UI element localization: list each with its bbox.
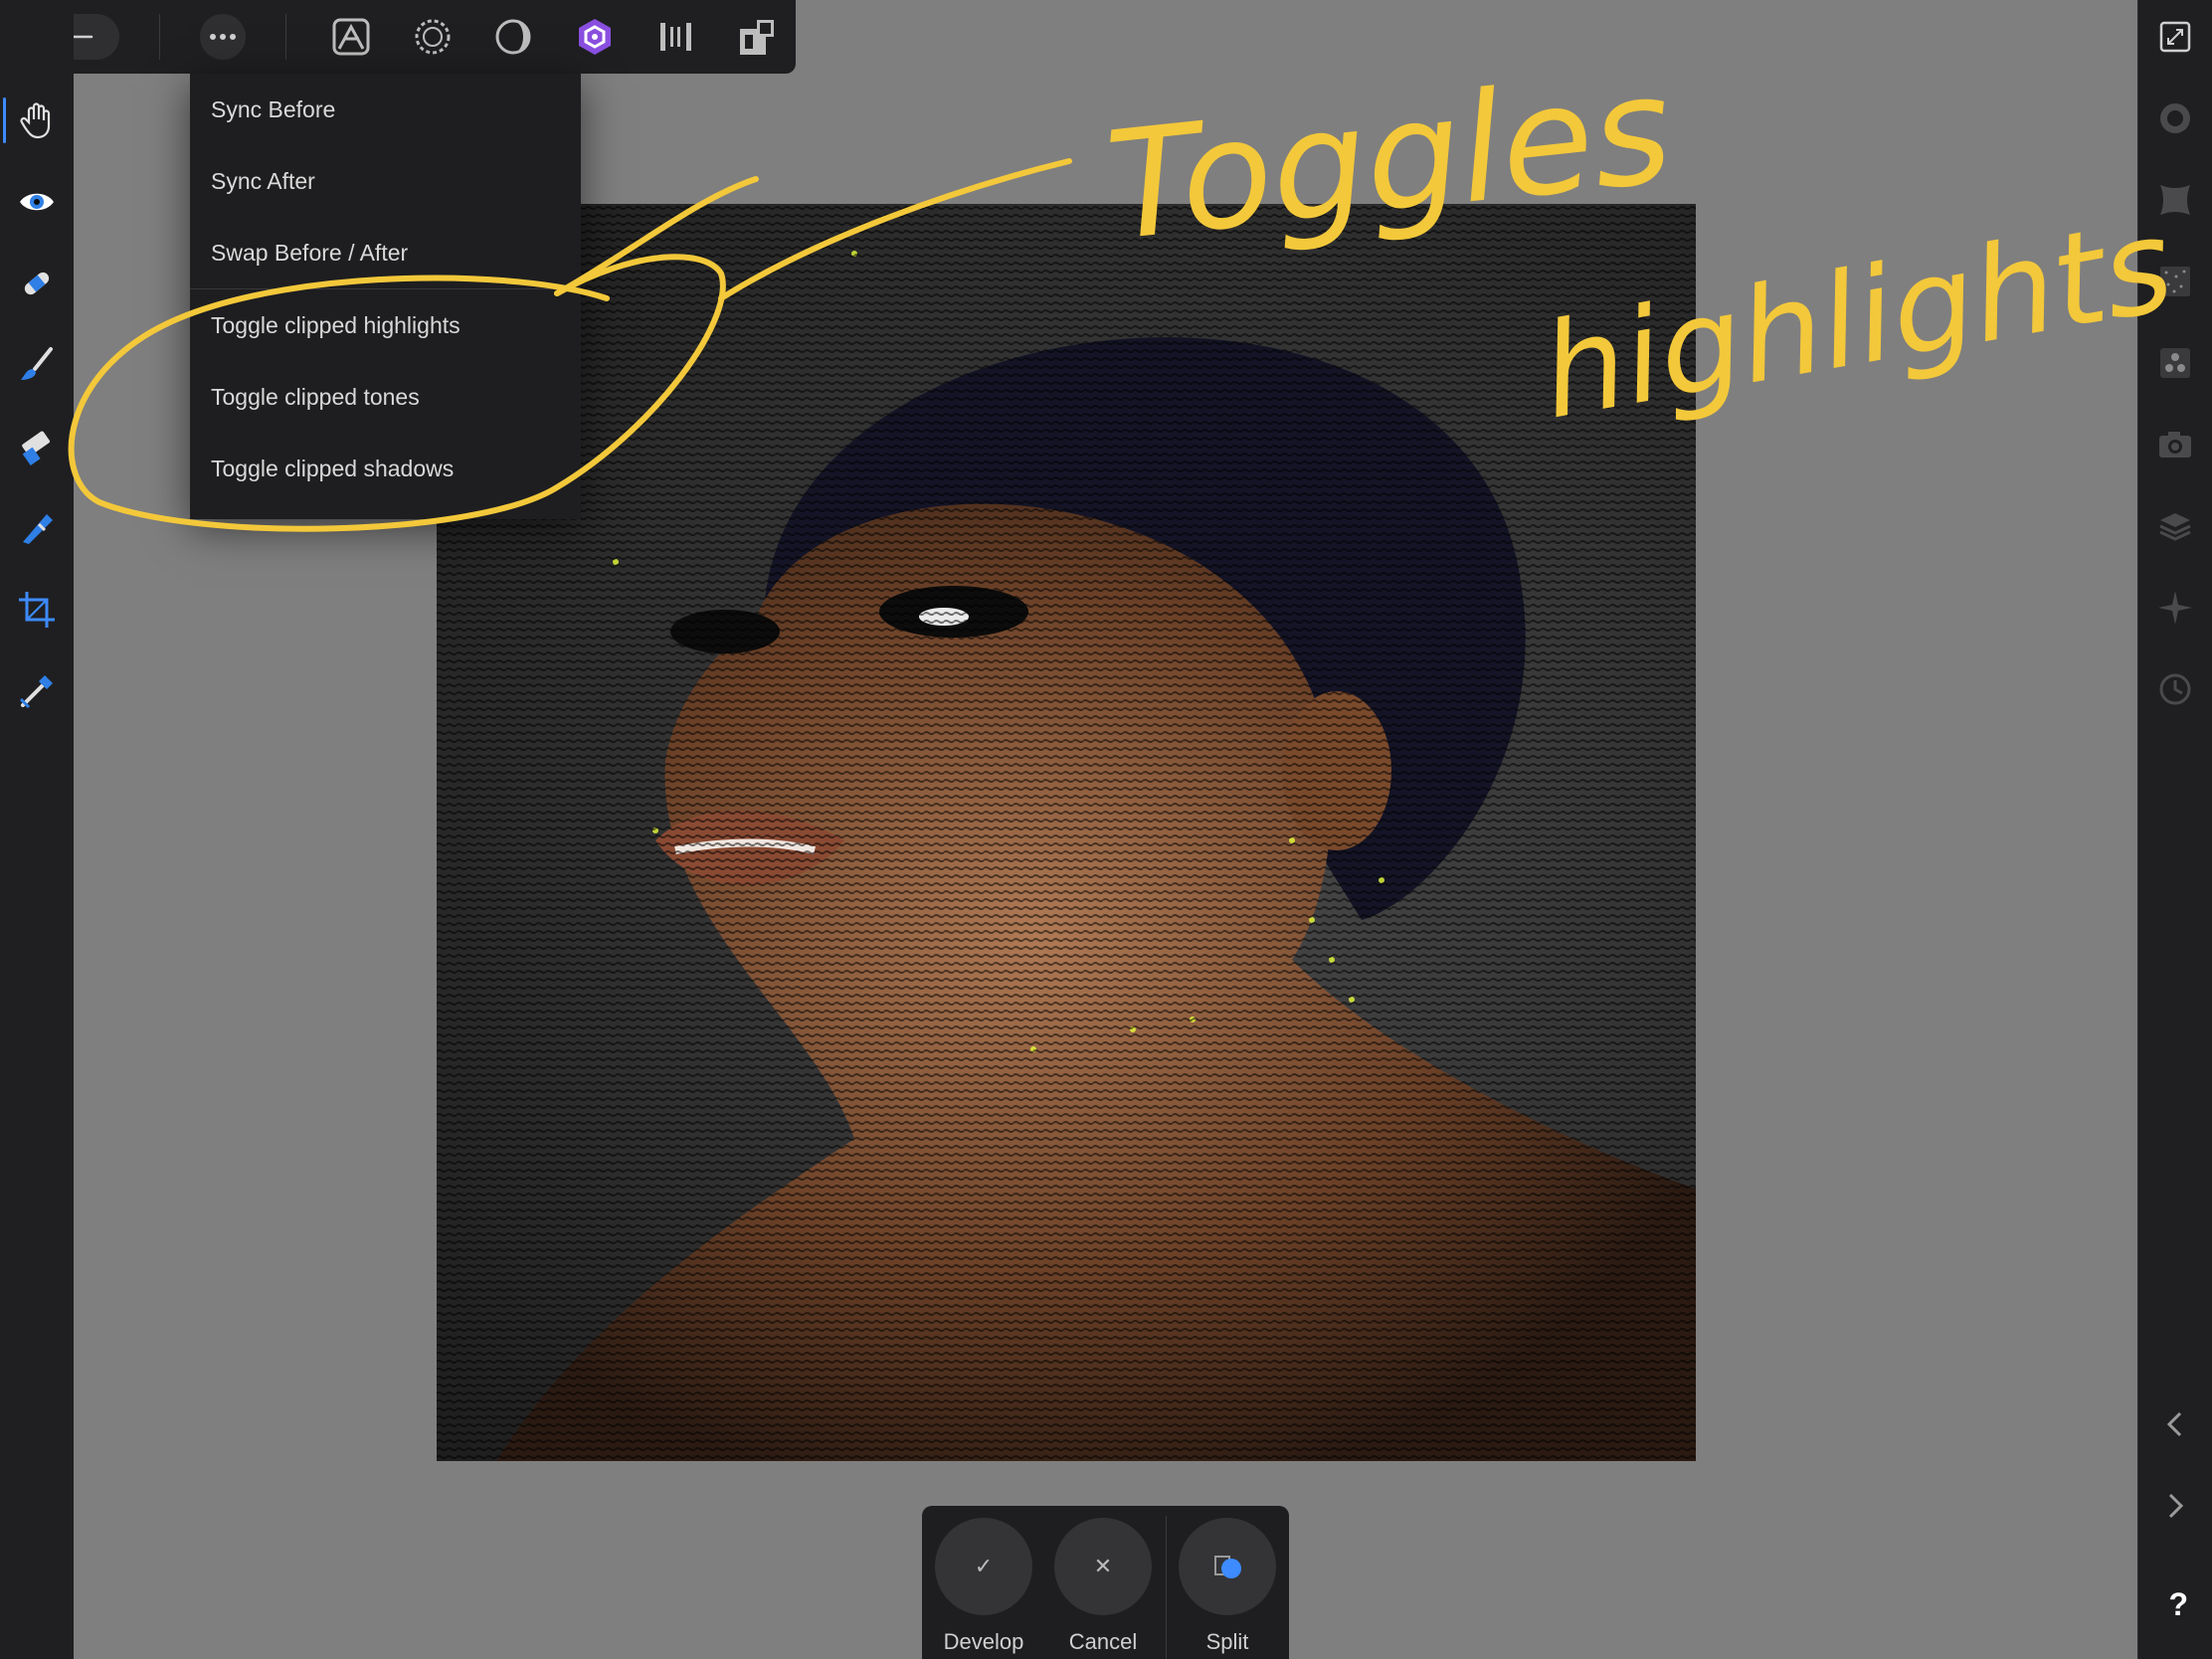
focus-studio-button[interactable] xyxy=(2138,573,2212,643)
canvas-image[interactable] xyxy=(437,204,1696,1461)
red-eye-tool-button[interactable] xyxy=(0,167,74,237)
help-button[interactable]: ? xyxy=(2168,1586,2188,1623)
develop-persona-button[interactable] xyxy=(571,14,619,60)
basic-studio-button[interactable] xyxy=(2138,84,2212,153)
close-icon: ✕ xyxy=(1054,1518,1152,1615)
overlays-studio-icon xyxy=(2159,513,2191,541)
overlay-erase-tool-icon xyxy=(22,431,50,466)
menu-item-toggle-clipped-highlights[interactable]: Toggle clipped highlights xyxy=(190,288,581,361)
menu-item-swap-before-after[interactable]: Swap Before / After xyxy=(190,217,581,288)
basic-studio-icon xyxy=(2160,103,2190,133)
tone-mapping-persona-icon xyxy=(660,23,691,51)
details-studio-button[interactable] xyxy=(2138,247,2212,316)
overlays-studio-button[interactable] xyxy=(2138,491,2212,561)
export-persona-button[interactable] xyxy=(733,14,781,60)
tone-mapping-persona-icon xyxy=(495,19,531,55)
history-studio-icon xyxy=(2159,673,2191,705)
crop-tool-icon xyxy=(19,592,55,628)
view-tool-button[interactable] xyxy=(0,86,74,155)
menu-item-sync-before[interactable]: Sync Before xyxy=(190,74,581,145)
liquify-persona-icon xyxy=(415,19,451,55)
cancel-label: Cancel xyxy=(1068,1629,1138,1654)
tone-mapping-persona-button[interactable] xyxy=(652,14,700,60)
scope-studio-icon xyxy=(2159,432,2191,458)
red-eye-tool-icon xyxy=(20,193,54,211)
blemish-removal-tool-button[interactable] xyxy=(0,249,74,318)
develop-button[interactable]: ✓ Develop xyxy=(934,1518,1033,1655)
photo-persona-button[interactable] xyxy=(327,14,375,60)
scope-studio-button[interactable] xyxy=(2138,410,2212,479)
checkmark-icon: ✓ xyxy=(935,1518,1032,1615)
focus-studio-icon xyxy=(2158,591,2192,625)
develop-label: Develop xyxy=(943,1629,1024,1654)
toolbar-divider xyxy=(285,14,286,60)
tone-persona-button[interactable] xyxy=(489,14,537,60)
chevron-right-icon xyxy=(2168,1493,2184,1519)
photo-persona-icon xyxy=(332,18,370,56)
details-studio-icon xyxy=(2160,267,2190,296)
develop-persona-icon xyxy=(579,19,611,55)
view-options-menu: Sync Before Sync After Swap Before / Aft… xyxy=(190,74,581,519)
tones-studio-button[interactable] xyxy=(2138,328,2212,398)
overlay-paint-tool-button[interactable] xyxy=(0,330,74,400)
more-dots-icon xyxy=(210,34,236,40)
toolbar-divider xyxy=(159,14,160,60)
left-toolbar xyxy=(0,0,74,1659)
white-balance-tool-button[interactable] xyxy=(0,656,74,726)
lens-studio-icon xyxy=(2160,185,2190,215)
blemish-removal-tool-icon xyxy=(24,272,50,295)
portrait-image xyxy=(437,204,1696,1461)
cancel-button[interactable]: ✕ Cancel xyxy=(1053,1518,1153,1655)
chevron-left-icon xyxy=(2166,1411,2182,1437)
fullscreen-button[interactable] xyxy=(2138,2,2212,72)
tones-studio-icon xyxy=(2160,348,2190,378)
overlay-erase-tool-button[interactable] xyxy=(0,412,74,481)
view-tool-icon xyxy=(20,102,51,139)
lens-studio-button[interactable] xyxy=(2138,165,2212,235)
split-label: Split xyxy=(1205,1629,1249,1654)
overlay-gradient-tool-icon xyxy=(23,514,53,544)
top-bar xyxy=(0,0,796,74)
right-studio-bar xyxy=(2137,0,2212,1659)
fullscreen-icon xyxy=(2159,21,2191,53)
overlay-gradient-tool-button[interactable] xyxy=(0,493,74,563)
menu-item-toggle-clipped-tones[interactable]: Toggle clipped tones xyxy=(190,361,581,433)
previous-panel-button[interactable] xyxy=(2138,1389,2212,1459)
menu-item-toggle-clipped-shadows[interactable]: Toggle clipped shadows xyxy=(190,433,581,504)
context-toolbar: ✓ Develop ✕ Cancel Split xyxy=(922,1506,1289,1659)
crop-tool-button[interactable] xyxy=(0,575,74,645)
next-panel-button[interactable] xyxy=(2138,1471,2212,1541)
liquify-persona-button[interactable] xyxy=(409,14,457,60)
context-divider xyxy=(1166,1516,1167,1659)
white-balance-tool-icon xyxy=(19,675,53,709)
history-studio-button[interactable] xyxy=(2138,654,2212,724)
split-view-icon xyxy=(1179,1518,1276,1615)
more-button[interactable] xyxy=(200,14,246,60)
menu-item-sync-after[interactable]: Sync After xyxy=(190,145,581,217)
overlay-paint-tool-icon xyxy=(21,347,53,380)
split-view-button[interactable]: Split xyxy=(1178,1518,1277,1655)
export-persona-icon xyxy=(740,20,774,55)
